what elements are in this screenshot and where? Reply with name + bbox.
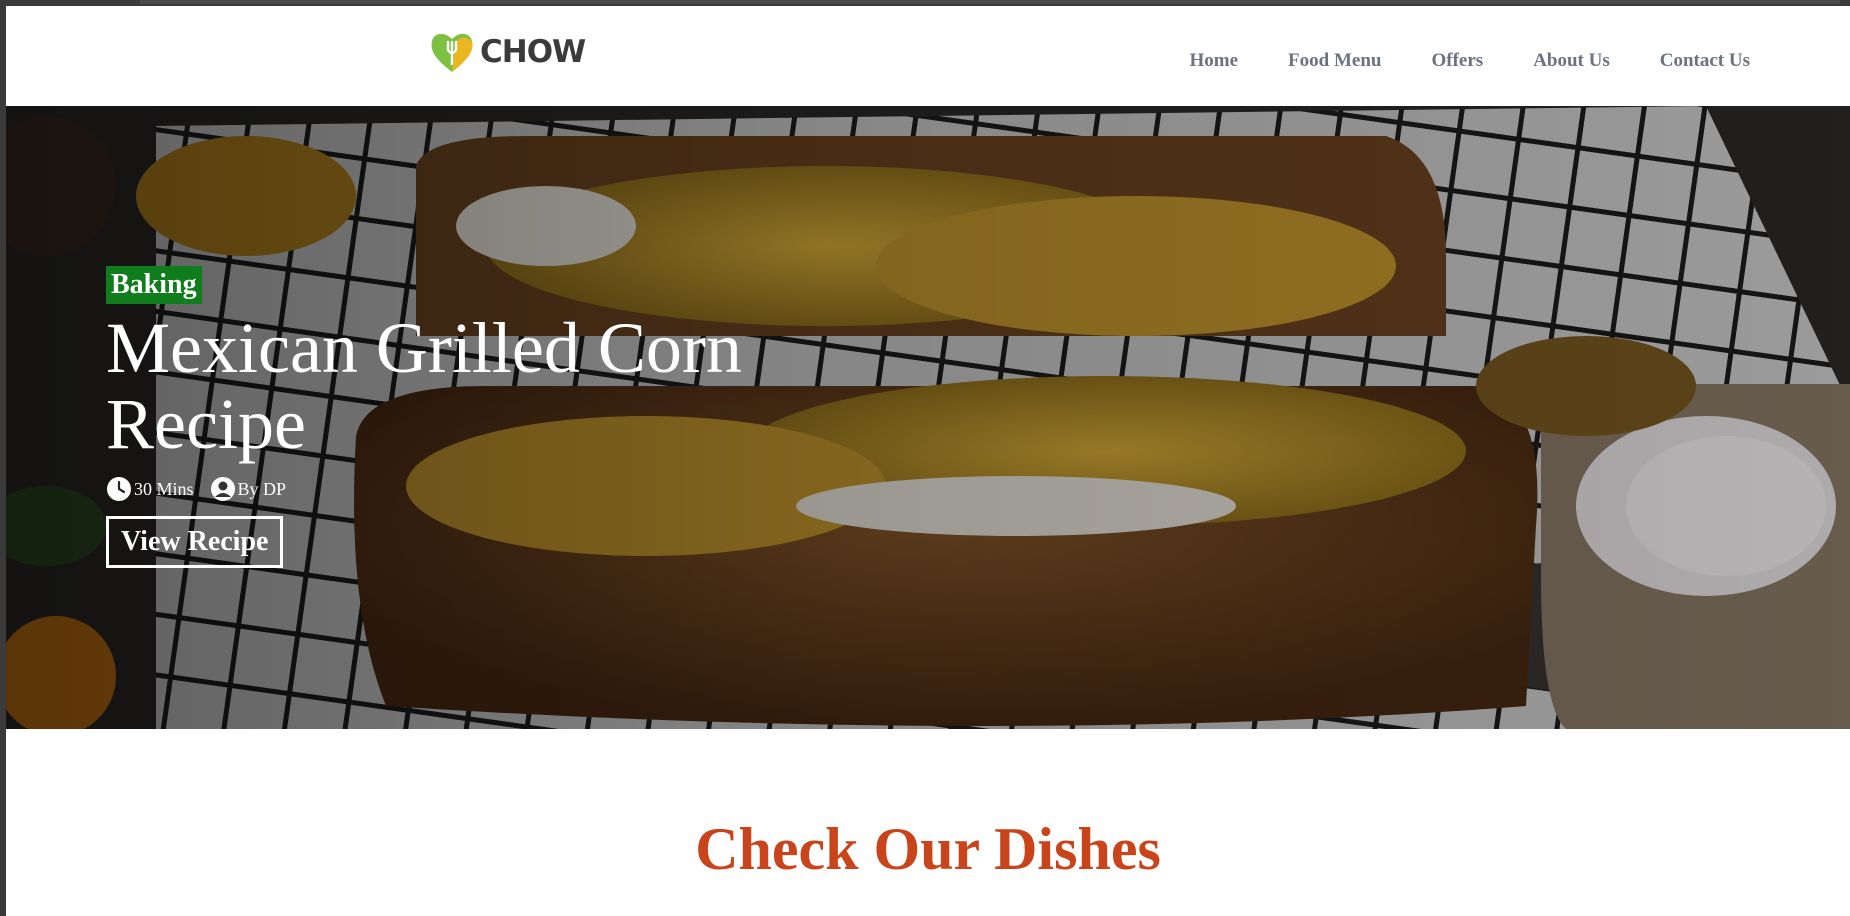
nav-contact-us[interactable]: Contact Us	[1660, 50, 1750, 72]
main-nav: Home Food Menu Offers About Us Contact U…	[1190, 50, 1751, 72]
category-badge[interactable]: Baking	[106, 266, 202, 304]
hero-banner: Baking Mexican Grilled Corn Recipe 30 Mi…	[6, 106, 1850, 729]
nav-food-menu[interactable]: Food Menu	[1288, 50, 1381, 72]
brand-logo[interactable]: CHOW	[428, 26, 586, 78]
recipe-author: By DP	[210, 476, 287, 502]
clock-icon	[107, 477, 131, 501]
nav-offers[interactable]: Offers	[1431, 50, 1483, 72]
nav-home[interactable]: Home	[1190, 50, 1239, 72]
section-title: Check Our Dishes	[695, 816, 1161, 882]
hero-content: Baking Mexican Grilled Corn Recipe 30 Mi…	[106, 266, 806, 568]
recipe-title: Mexican Grilled Corn Recipe	[106, 308, 742, 464]
author-text: By DP	[237, 478, 287, 499]
cook-time: 30 Mins	[106, 476, 194, 502]
site-header: CHOW Home Food Menu Offers About Us Cont…	[6, 6, 1850, 106]
page-viewport: CHOW Home Food Menu Offers About Us Cont…	[6, 6, 1850, 916]
brand-name: CHOW	[480, 34, 586, 70]
nav-about-us[interactable]: About Us	[1533, 50, 1610, 72]
heart-fork-icon	[431, 33, 473, 72]
recipe-meta: 30 Mins By DP	[106, 476, 806, 502]
user-circle-icon	[210, 477, 235, 501]
cook-time-text: 30 Mins	[134, 478, 194, 499]
view-recipe-button[interactable]: View Recipe	[106, 516, 284, 568]
